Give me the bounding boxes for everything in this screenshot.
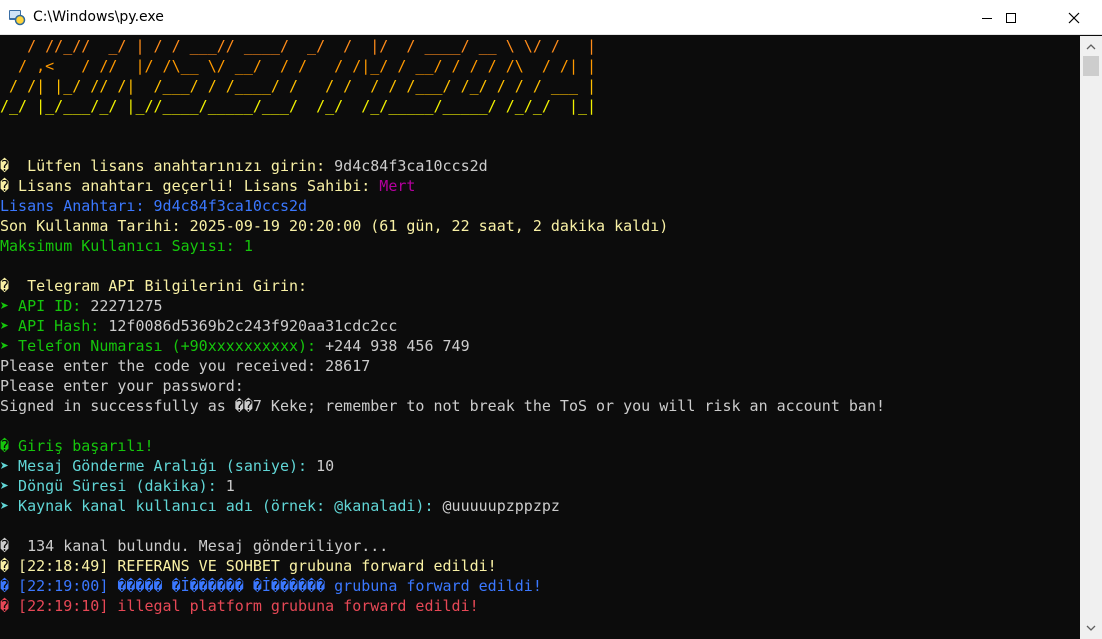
console-line: ➤ API Hash: 12f0086d5369b2c243f920aa31cd… (0, 316, 397, 336)
console-line: � Telegram API Bilgilerini Girin: (0, 276, 307, 296)
console-line: � Lisans anahtarı geçerli! Lisans Sahibi… (0, 176, 415, 196)
console-line: ➤ API ID: 22271275 (0, 296, 163, 316)
scroll-up-button[interactable] (1080, 38, 1102, 56)
scrollbar-thumb[interactable] (1083, 56, 1099, 76)
console-text: � [22:18:49] (0, 557, 118, 575)
close-icon (1068, 12, 1080, 23)
console-text: ����� �İ������ �İ������ grubuna forward … (117, 577, 542, 595)
console-text: +244 938 456 749 (325, 337, 470, 355)
console-text: 10 (316, 457, 335, 475)
console-line: ➤ Telefon Numarası (+90xxxxxxxxxx): +244… (0, 336, 470, 356)
console-line: Please enter your password: (0, 376, 244, 396)
console-line: � Lütfen lisans anahtarınızı girin: 9d4c… (0, 156, 488, 176)
console-text: Signed in successfully as ��7 Keke; reme… (0, 397, 886, 415)
console-line: Signed in successfully as ��7 Keke; reme… (0, 396, 885, 416)
console-text: 22271275 (90, 297, 163, 315)
console-line: Please enter the code you received: 2861… (0, 356, 370, 376)
console-text: ➤ Telefon Numarası (+90xxxxxxxxxx): (0, 337, 326, 355)
maximize-icon (1006, 12, 1016, 23)
maximize-button[interactable] (988, 0, 1034, 35)
console-text: Please enter the code you received: 2861… (0, 357, 371, 375)
console-text: Lisans Anahtarı: 9d4c84f3ca10ccs2d (0, 197, 308, 215)
console-line: Son Kullanma Tarihi: 2025-09-19 20:20:00… (0, 216, 668, 236)
console-text: 1 (225, 477, 235, 495)
console-line: � [22:18:49] REFERANS VE SOHBET grubuna … (0, 556, 497, 576)
console-text: � [22:19:00] (0, 577, 118, 595)
console-text: ➤ API ID: (0, 297, 91, 315)
console-output: / //_// _/ | / / ___// ____/ _/ / |/ / _… (0, 36, 1080, 639)
console-text: � 134 kanal bulundu. Mesaj gönderiliyor.… (0, 537, 389, 555)
console-line: � [22:19:00] ����� �İ������ �İ������ gru… (0, 576, 542, 596)
console-line: � [22:19:10] illegal platform grubuna fo… (0, 596, 479, 616)
console-line: Lisans Anahtarı: 9d4c84f3ca10ccs2d (0, 196, 307, 216)
banner-line: /_/ |_/___/_/ |_//____/_____/___/ /_/ /_… (0, 97, 597, 115)
scroll-down-button[interactable] (1080, 619, 1102, 637)
scroll-up-arrow-icon (1086, 44, 1096, 50)
console-line: Maksimum Kullanıcı Sayısı: 1 (0, 236, 253, 256)
console-text: ➤ Mesaj Gönderme Aralığı (saniye): (0, 457, 317, 475)
console-text: ➤ API Hash: (0, 317, 109, 335)
console-text: 9d4c84f3ca10ccs2d (334, 157, 488, 175)
console-line: � Giriş başarılı! (0, 436, 154, 456)
console-text: � Giriş başarılı! (0, 437, 154, 455)
console-text: � Telegram API Bilgilerini Girin: (0, 277, 308, 295)
title-bar: C:\Windows\py.exe (0, 0, 1102, 35)
console-line: ➤ Mesaj Gönderme Aralığı (saniye): 10 (0, 456, 334, 476)
console-line: � 134 kanal bulundu. Mesaj gönderiliyor.… (0, 536, 388, 556)
window-title: C:\Windows\py.exe (33, 9, 164, 25)
banner-line: / ,< / // |/ /\__ \/ __/ / / / /|_/ / __… (0, 57, 597, 75)
console-line: ➤ Döngü Süresi (dakika): 1 (0, 476, 235, 496)
console-text: � [22:19:10] (0, 597, 118, 615)
console-text: Son Kullanma Tarihi: 2025-09-19 20:20:00… (0, 217, 669, 235)
banner-line: / /| |_/ // /| /___/ / /____/ / / / / / … (0, 77, 597, 95)
console-text: ➤ Döngü Süresi (dakika): (0, 477, 226, 495)
console-text: illegal platform grubuna forward edildi! (117, 597, 479, 615)
console-text: Please enter your password: (0, 377, 244, 395)
console-text: REFERANS VE SOHBET grubuna forward edild… (117, 557, 497, 575)
scroll-down-arrow-icon (1086, 625, 1096, 631)
close-button[interactable] (1046, 0, 1102, 35)
python-app-icon (9, 10, 26, 26)
console-text: Mert (379, 177, 416, 195)
console-text: @uuuuupzppzpz (442, 497, 560, 515)
console-text: � Lütfen lisans anahtarınızı girin: (0, 157, 335, 175)
console-text: 12f0086d5369b2c243f920aa31cdc2cc (108, 317, 398, 335)
console-line: ➤ Kaynak kanal kullanıcı adı (örnek: @ka… (0, 496, 560, 516)
console-text: Maksimum Kullanıcı Sayısı: 1 (0, 237, 253, 255)
console-text: � Lisans anahtarı geçerli! Lisans Sahibi… (0, 177, 380, 195)
vertical-scrollbar[interactable] (1080, 36, 1102, 639)
banner-line: / //_// _/ | / / ___// ____/ _/ / |/ / _… (0, 37, 597, 55)
console-text: ➤ Kaynak kanal kullanıcı adı (örnek: @ka… (0, 497, 443, 515)
